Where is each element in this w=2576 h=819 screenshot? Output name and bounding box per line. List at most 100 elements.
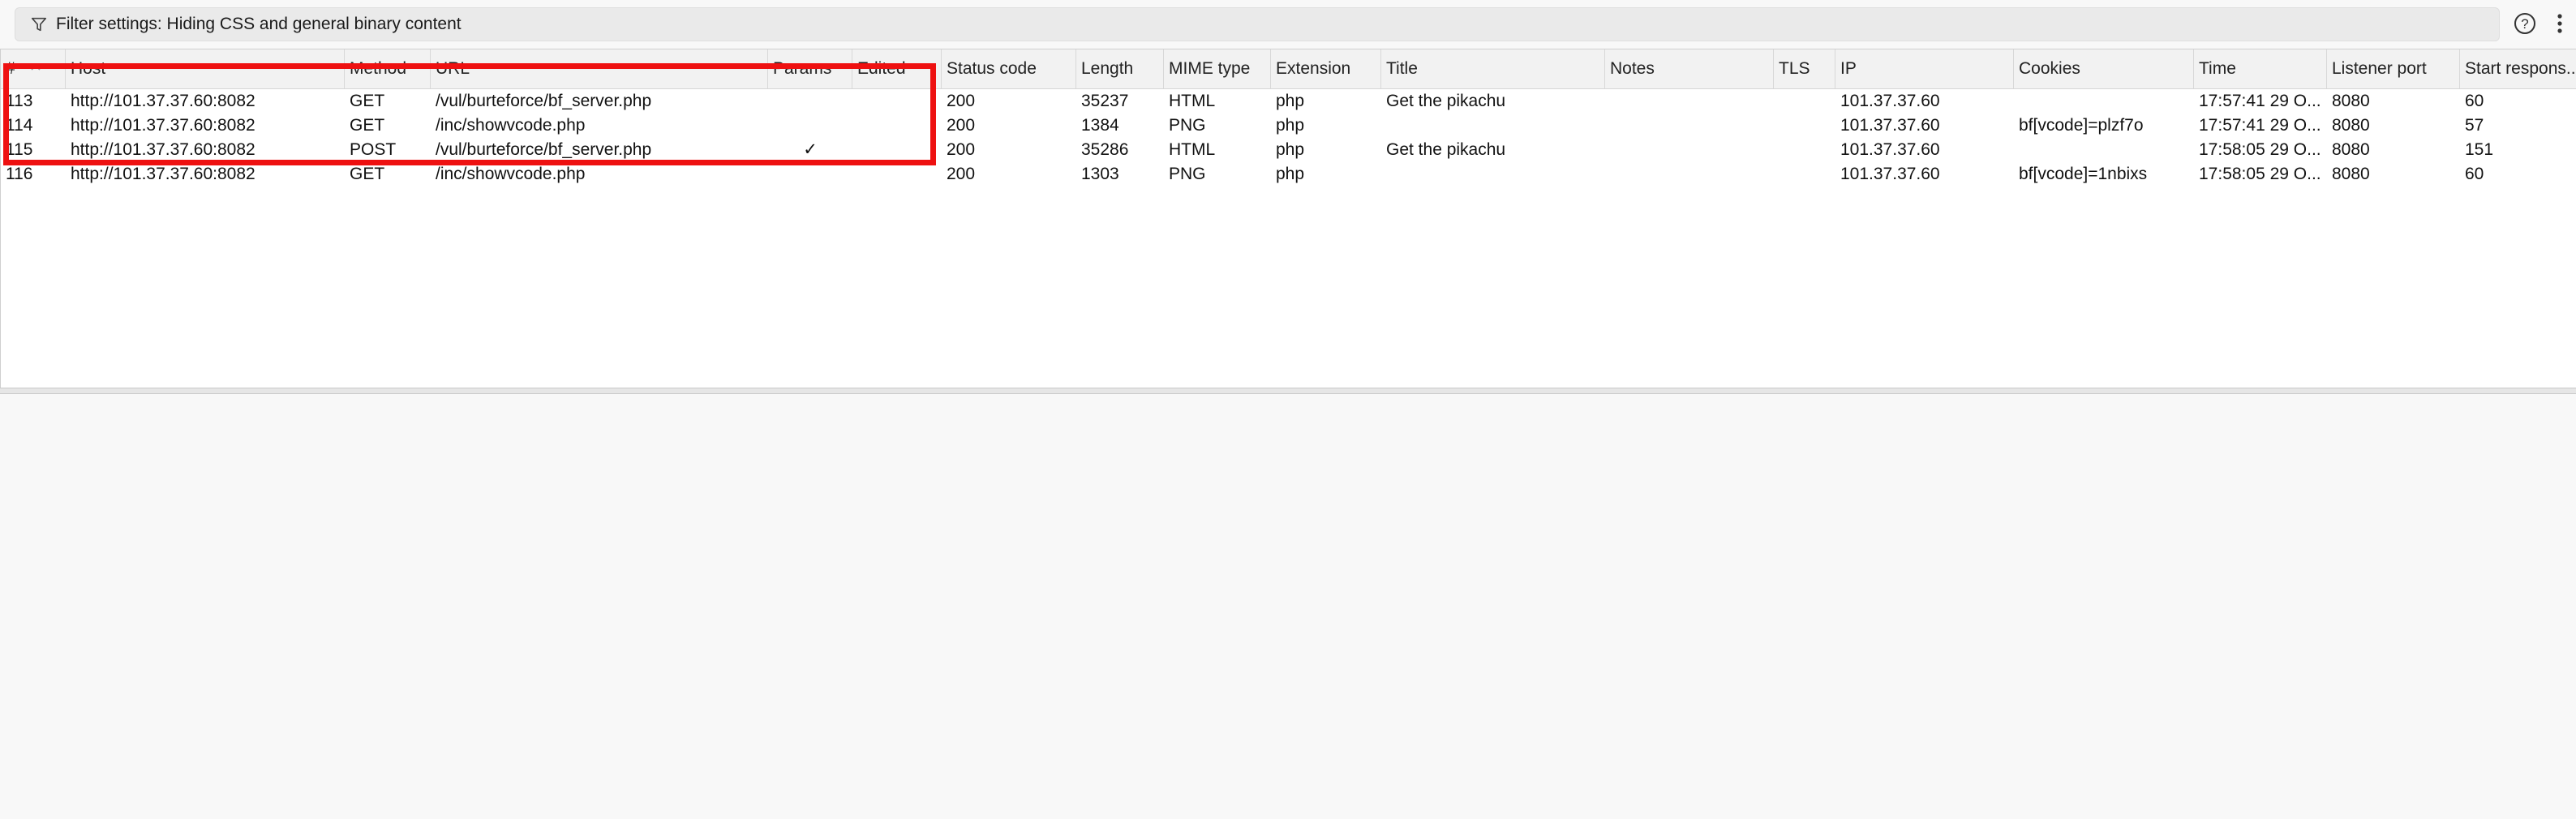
table-row[interactable]: 114 http://101.37.37.60:8082 GET/inc/showv… — [1, 114, 2576, 138]
table-cell — [1774, 138, 1835, 162]
table-cell: PNG — [1169, 165, 1206, 183]
table-cell: 35237 — [1081, 92, 1129, 110]
column-header[interactable]: Cookies — [2014, 49, 2194, 88]
column-header-label: URL — [436, 59, 470, 78]
table-cell: 113 — [6, 92, 33, 110]
table-cell — [768, 89, 852, 114]
table-cell: GET — [350, 92, 385, 110]
column-header-label: Host — [71, 59, 106, 78]
table-header: # Host Method URL Params Edited Status code Len… — [1, 49, 2576, 89]
table-cell — [768, 114, 852, 138]
table-cell — [852, 114, 942, 138]
column-header[interactable]: IP — [1835, 49, 2014, 88]
column-header[interactable]: Start respons... — [2460, 49, 2576, 88]
table-cell: php — [1276, 140, 1305, 159]
table-cell — [1774, 162, 1835, 187]
column-header[interactable]: Time — [2194, 49, 2327, 88]
table-cell: GET — [350, 165, 385, 183]
table-cell — [2014, 138, 2194, 162]
table-cell: ✓ — [803, 140, 818, 159]
table-cell: 60 — [2465, 165, 2484, 183]
table-cell: 17:58:05 29 O... — [2199, 165, 2321, 183]
table-row[interactable]: 113 http://101.37.37.60:8082 GET/vul/burte… — [1, 89, 2576, 114]
sort-ascending-icon — [31, 64, 41, 71]
filter-icon — [31, 17, 47, 32]
table-cell: 8080 — [2332, 140, 2370, 159]
column-header-label: Start respons... — [2465, 59, 2576, 78]
table-row[interactable]: 115 http://101.37.37.60:8082 POST/vul/burt… — [1, 138, 2576, 162]
table-cell: /vul/burteforce/bf_server.php — [436, 140, 652, 159]
column-header[interactable]: Params — [768, 49, 852, 88]
table-cell: HTML — [1169, 140, 1216, 159]
column-header-label: IP — [1840, 59, 1857, 78]
table-cell — [1605, 89, 1774, 114]
table-cell: 8080 — [2332, 92, 2370, 110]
column-header[interactable]: Status code — [942, 49, 1076, 88]
column-header[interactable]: MIME type — [1164, 49, 1271, 88]
table-cell — [1381, 114, 1605, 138]
column-header-label: Status code — [947, 59, 1037, 78]
column-header-label: Time — [2199, 59, 2236, 78]
column-header[interactable]: Host — [66, 49, 345, 88]
column-header[interactable]: Extension — [1271, 49, 1381, 88]
column-header-label: TLS — [1779, 59, 1810, 78]
column-header-label: Listener port — [2332, 59, 2427, 78]
table-cell: 8080 — [2332, 116, 2370, 135]
table-cell: 151 — [2465, 140, 2494, 159]
column-header[interactable]: Length — [1076, 49, 1164, 88]
table-cell: 57 — [2465, 116, 2484, 135]
table-cell: /inc/showvcode.php — [436, 116, 586, 135]
table-cell — [2014, 89, 2194, 114]
column-header[interactable]: Edited — [852, 49, 942, 88]
column-header-label: Title — [1386, 59, 1418, 78]
table-cell: 200 — [947, 92, 976, 110]
table-cell: 200 — [947, 140, 976, 159]
help-circle-icon[interactable]: ? — [2513, 11, 2537, 36]
table-cell: Get the pikachu — [1386, 140, 1506, 159]
table-cell: 60 — [2465, 92, 2484, 110]
column-header[interactable]: Listener port — [2327, 49, 2460, 88]
table-cell: /vul/burteforce/bf_server.php — [436, 92, 652, 110]
table-cell: 115 — [6, 140, 33, 159]
column-header[interactable]: URL — [431, 49, 768, 88]
table-cell — [1774, 114, 1835, 138]
table-cell — [1605, 138, 1774, 162]
table-row[interactable]: 116 http://101.37.37.60:8082 GET/inc/showv… — [1, 162, 2576, 187]
table-cell: 200 — [947, 165, 976, 183]
table-cell: bf[vcode]=1nbixs — [2019, 165, 2148, 183]
filter-settings-bar[interactable]: Filter settings: Hiding CSS and general … — [15, 7, 2500, 41]
table-cell — [852, 162, 942, 187]
table-cell: php — [1276, 92, 1305, 110]
table-cell: 101.37.37.60 — [1840, 116, 1940, 135]
table-cell: /inc/showvcode.php — [436, 165, 586, 183]
column-header[interactable]: Title — [1381, 49, 1605, 88]
table-cell — [768, 162, 852, 187]
table-cell: php — [1276, 165, 1305, 183]
column-header[interactable]: Notes — [1605, 49, 1774, 88]
table-cell — [1605, 162, 1774, 187]
table-cell — [852, 138, 942, 162]
table-cell: 101.37.37.60 — [1840, 92, 1940, 110]
table-cell — [1381, 162, 1605, 187]
table-cell: bf[vcode]=plzf7o — [2019, 116, 2144, 135]
table-cell: 8080 — [2332, 165, 2370, 183]
column-header[interactable]: Method — [345, 49, 431, 88]
table-cell: 114 — [6, 116, 33, 135]
table-cell: 116 — [6, 165, 33, 183]
proxy-history-table[interactable]: # Host Method URL Params Edited Status code Len… — [0, 49, 2576, 388]
column-header-label: Method — [350, 59, 407, 78]
column-header-label: Length — [1081, 59, 1134, 78]
column-header[interactable]: # — [1, 49, 66, 88]
column-header-label: Cookies — [2019, 59, 2080, 78]
table-cell: 1303 — [1081, 165, 1119, 183]
table-cell: http://101.37.37.60:8082 — [71, 165, 255, 183]
column-header-label: Notes — [1610, 59, 1655, 78]
column-header-label: Edited — [857, 59, 906, 78]
table-cell: php — [1276, 116, 1305, 135]
column-header[interactable]: TLS — [1774, 49, 1835, 88]
column-header-label: Params — [773, 59, 832, 78]
more-vertical-icon[interactable] — [2555, 11, 2565, 36]
column-header-label: MIME type — [1169, 59, 1251, 78]
table-cell — [1774, 89, 1835, 114]
pane-splitter[interactable] — [0, 388, 2576, 394]
